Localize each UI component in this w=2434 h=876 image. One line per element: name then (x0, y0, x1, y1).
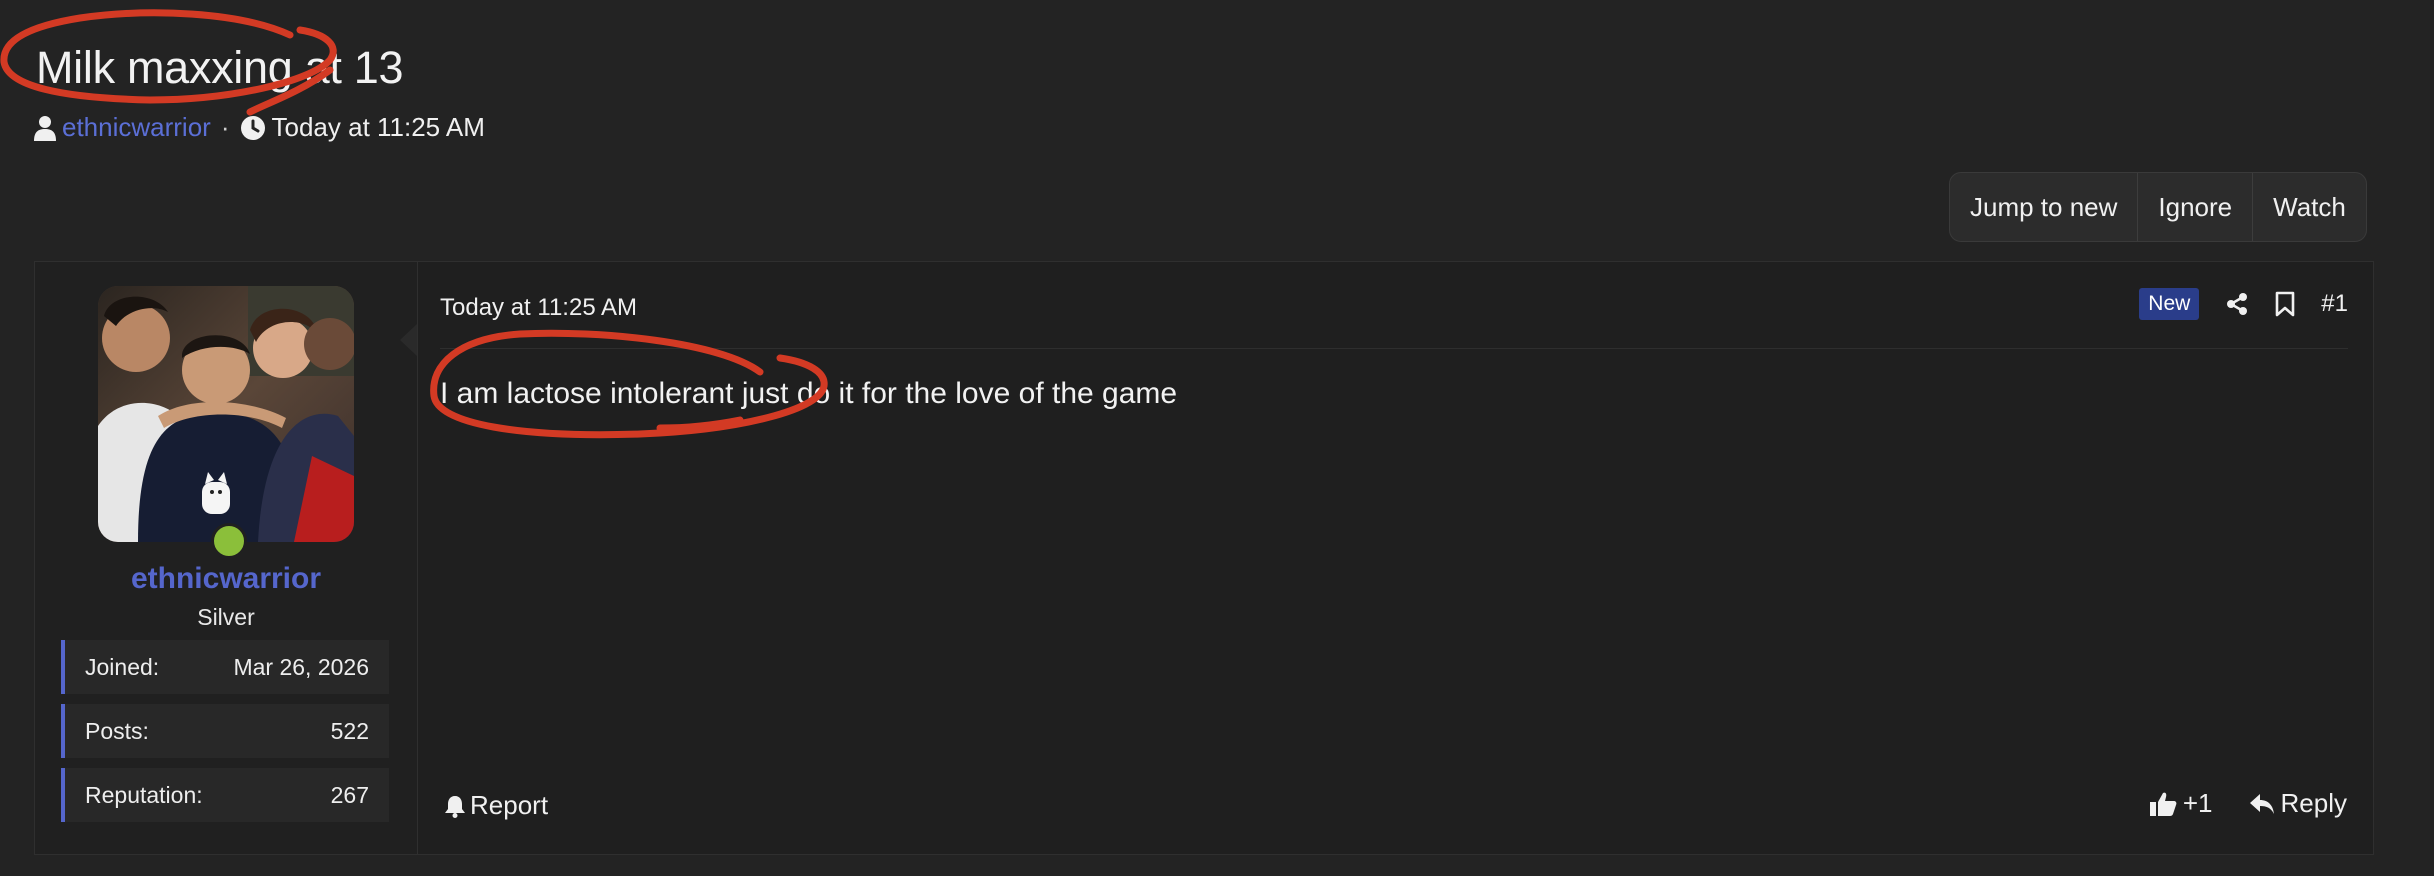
thread-date[interactable]: Today at 11:25 AM (272, 112, 485, 143)
thumbs-up-icon (2149, 791, 2177, 817)
post-header-actions: New #1 (2139, 288, 2348, 320)
post-number-link[interactable]: #1 (2321, 290, 2348, 318)
bookmark-icon[interactable] (2275, 291, 2295, 317)
post-footer-actions: +1 Reply (2149, 788, 2347, 819)
post-date[interactable]: Today at 11:25 AM (440, 294, 637, 322)
like-button[interactable]: +1 (2149, 788, 2213, 819)
jump-to-new-button[interactable]: Jump to new (1950, 173, 2137, 241)
thread-actions: Jump to new Ignore Watch (1949, 172, 2367, 242)
avatar[interactable] (98, 286, 354, 542)
post: ethnicwarrior Silver Joined: Mar 26, 202… (34, 261, 2374, 855)
meta-separator: · (220, 112, 230, 142)
new-badge: New (2139, 288, 2200, 320)
stat-label: Posts: (85, 717, 149, 744)
thread-author-link[interactable]: ethnicwarrior (62, 112, 211, 143)
post-username[interactable]: ethnicwarrior (35, 562, 417, 596)
user-rank: Silver (197, 604, 255, 630)
post-body: I am lactose intolerant just do it for t… (440, 377, 1178, 410)
message-pointer-arrow (400, 324, 417, 356)
stat-posts: Posts: 522 (61, 704, 389, 758)
stat-label: Joined: (85, 653, 160, 680)
reaction-count: +1 (2182, 788, 2213, 818)
clock-icon (240, 115, 266, 141)
report-button[interactable]: Report (444, 790, 548, 821)
watch-button[interactable]: Watch (2252, 173, 2366, 241)
post-user-info: ethnicwarrior Silver Joined: Mar 26, 202… (35, 262, 418, 854)
stat-value: Mar 26, 2026 (233, 653, 369, 680)
stat-label: Reputation: (85, 781, 203, 808)
stat-value: 522 (330, 717, 369, 744)
reply-label: Reply (2280, 788, 2347, 818)
online-status-indicator (211, 523, 247, 559)
stat-reputation: Reputation: 267 (61, 768, 389, 822)
ignore-button[interactable]: Ignore (2137, 173, 2252, 241)
stat-value: 267 (330, 781, 369, 808)
header-divider (440, 348, 2348, 349)
reply-icon (2249, 793, 2275, 815)
report-label: Report (470, 790, 549, 820)
user-icon (34, 115, 56, 141)
thread-title: Milk maxxing at 13 (36, 42, 404, 93)
thread-meta: ethnicwarrior · Today at 11:25 AM (34, 112, 485, 143)
bell-icon (444, 794, 466, 818)
stat-joined: Joined: Mar 26, 2026 (61, 640, 389, 694)
reply-button[interactable]: Reply (2249, 788, 2347, 819)
share-icon[interactable] (2225, 292, 2249, 316)
post-content: Today at 11:25 AM New #1 I am lactose in… (418, 262, 2373, 854)
